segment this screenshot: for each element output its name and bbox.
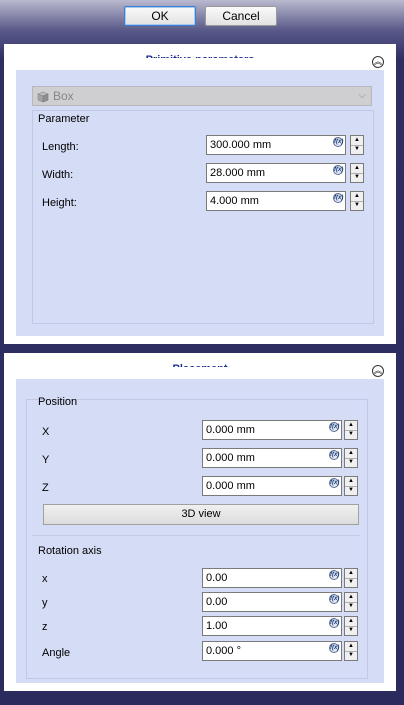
y-label: Y xyxy=(42,454,50,466)
spin-down-icon[interactable]: ▼ xyxy=(345,578,357,587)
y-value: 0.000 mm xyxy=(206,452,255,464)
ok-button[interactable]: OK xyxy=(124,6,196,26)
fx-expression-icon[interactable]: f(x) xyxy=(333,165,343,175)
primitive-type-combo[interactable]: Box ⌵ xyxy=(32,86,372,106)
angle-spinner[interactable]: ▲ ▼ xyxy=(344,641,358,661)
spin-down-icon[interactable]: ▼ xyxy=(345,651,357,660)
chevron-down-icon: ⌵ xyxy=(358,90,366,101)
3d-view-button[interactable]: 3D view xyxy=(43,504,359,525)
panel-body: Position X 0.000 mm f(x) ▲ ▼ Y 0.000 mm f… xyxy=(16,379,384,683)
axis-x-spinner[interactable]: ▲ ▼ xyxy=(344,568,358,588)
position-z-spinner[interactable]: ▲ ▼ xyxy=(344,476,358,496)
rotation-axis-label: Rotation axis xyxy=(38,545,102,557)
spin-down-icon[interactable]: ▼ xyxy=(345,430,357,439)
placement-group xyxy=(26,399,368,679)
spin-down-icon[interactable]: ▼ xyxy=(345,458,357,467)
cancel-button[interactable]: Cancel xyxy=(205,6,277,26)
spin-down-icon[interactable]: ▼ xyxy=(345,602,357,611)
axis-z-spinner[interactable]: ▲ ▼ xyxy=(344,616,358,636)
height-value: 4.000 mm xyxy=(210,195,259,207)
angle-value: 0.000 ° xyxy=(206,645,241,657)
box-cube-icon xyxy=(37,90,49,103)
combo-selected-value: Box xyxy=(53,89,74,103)
spin-down-icon[interactable]: ▼ xyxy=(351,173,363,182)
panel-body: Box ⌵ Parameter Length: 300.000 mm f(x) … xyxy=(16,70,384,336)
separator xyxy=(32,535,360,536)
height-field[interactable]: 4.000 mm f(x) xyxy=(206,191,346,211)
width-field[interactable]: 28.000 mm f(x) xyxy=(206,163,346,183)
fx-expression-icon[interactable]: f(x) xyxy=(329,422,339,432)
fx-expression-icon[interactable]: f(x) xyxy=(329,478,339,488)
axis-z-label: z xyxy=(42,621,48,633)
width-value: 28.000 mm xyxy=(210,167,266,179)
fx-expression-icon[interactable]: f(x) xyxy=(333,137,343,147)
x-label: X xyxy=(42,426,50,438)
collapse-chevrons-icon[interactable]: ︽ xyxy=(372,365,384,377)
width-spinner[interactable]: ▲ ▼ xyxy=(350,163,364,183)
fx-expression-icon[interactable]: f(x) xyxy=(329,618,339,628)
fx-expression-icon[interactable]: f(x) xyxy=(329,570,339,580)
axis-z-value: 1.00 xyxy=(206,620,228,632)
axis-y-value: 0.00 xyxy=(206,596,228,608)
fx-expression-icon[interactable]: f(x) xyxy=(329,450,339,460)
position-z-field[interactable]: 0.000 mm f(x) xyxy=(202,476,342,496)
spin-down-icon[interactable]: ▼ xyxy=(345,486,357,495)
position-y-field[interactable]: 0.000 mm f(x) xyxy=(202,448,342,468)
placement-panel: Placement ︽ Position X 0.000 mm f(x) ▲▼ … xyxy=(4,353,396,691)
position-x-field[interactable]: 0.000 mm f(x) xyxy=(202,420,342,440)
height-label: Height: xyxy=(42,197,77,209)
spin-down-icon[interactable]: ▼ xyxy=(345,626,357,635)
z-value: 0.000 mm xyxy=(206,480,255,492)
width-label: Width: xyxy=(42,169,74,181)
angle-field[interactable]: 0.000 ° f(x) xyxy=(202,641,342,661)
length-label: Length: xyxy=(42,141,79,153)
position-label: Position xyxy=(38,396,78,408)
panel-title: Placement xyxy=(4,357,396,367)
spin-down-icon[interactable]: ▼ xyxy=(351,201,363,210)
axis-x-value: 0.00 xyxy=(206,572,228,584)
collapse-chevrons-icon[interactable]: ︽ xyxy=(372,56,384,68)
fx-expression-icon[interactable]: f(x) xyxy=(329,643,339,653)
position-x-spinner[interactable]: ▲ ▼ xyxy=(344,420,358,440)
axis-z-field[interactable]: 1.00 f(x) xyxy=(202,616,342,636)
axis-x-field[interactable]: 0.00 f(x) xyxy=(202,568,342,588)
z-label: Z xyxy=(42,482,49,494)
length-value: 300.000 mm xyxy=(210,139,272,151)
axis-y-spinner[interactable]: ▲ ▼ xyxy=(344,592,358,612)
height-spinner[interactable]: ▲ ▼ xyxy=(350,191,364,211)
primitive-parameters-panel: Primitive parameters ︽ Box ⌵ Parameter L… xyxy=(4,44,396,344)
axis-y-label: y xyxy=(42,597,48,609)
length-spinner[interactable]: ▲ ▼ xyxy=(350,135,364,155)
angle-label: Angle xyxy=(42,647,71,659)
x-value: 0.000 mm xyxy=(206,424,255,436)
panel-title: Primitive parameters xyxy=(4,48,396,58)
spin-down-icon[interactable]: ▼ xyxy=(351,145,363,154)
group-title: Parameter xyxy=(38,113,90,125)
axis-y-field[interactable]: 0.00 f(x) xyxy=(202,592,342,612)
length-field[interactable]: 300.000 mm f(x) xyxy=(206,135,346,155)
fx-expression-icon[interactable]: f(x) xyxy=(329,594,339,604)
axis-x-label: x xyxy=(42,573,48,585)
position-y-spinner[interactable]: ▲ ▼ xyxy=(344,448,358,468)
fx-expression-icon[interactable]: f(x) xyxy=(333,193,343,203)
